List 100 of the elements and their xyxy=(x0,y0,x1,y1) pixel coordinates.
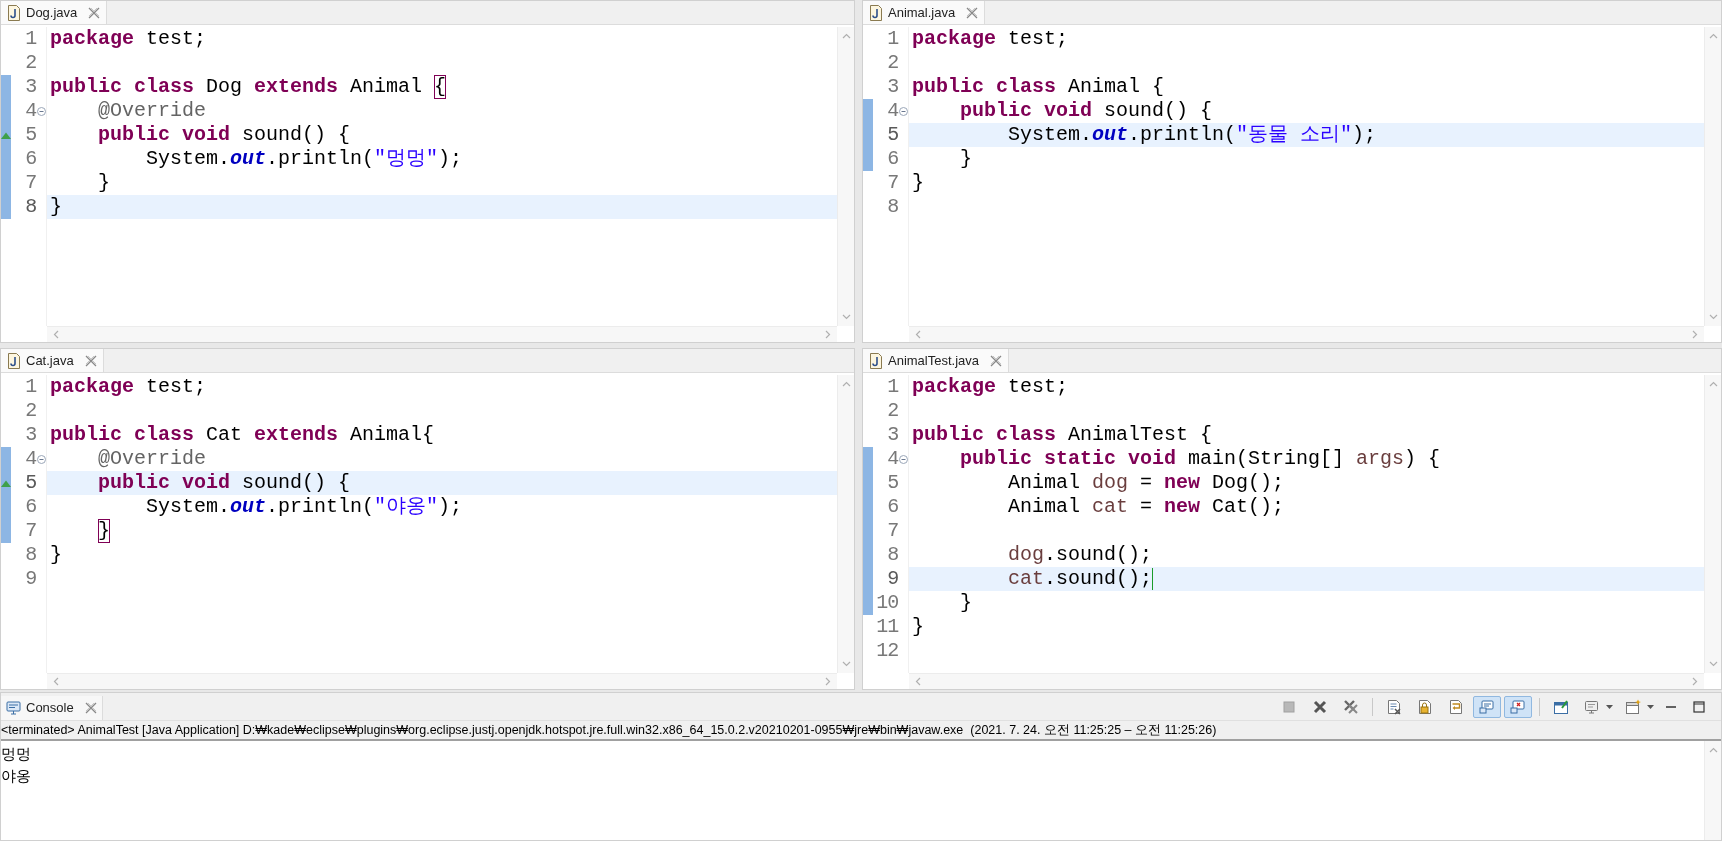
console-tab[interactable]: Console xyxy=(1,696,103,720)
line-number: 8 xyxy=(25,195,37,219)
line-number: 2 xyxy=(25,51,37,75)
tab-title: Animal.java xyxy=(888,3,956,22)
monitor-icon xyxy=(1479,698,1495,715)
scroll-up-icon[interactable] xyxy=(841,381,851,387)
scroll-down-icon[interactable] xyxy=(841,314,851,320)
line-number: 8 xyxy=(887,543,899,567)
line-number: 9 xyxy=(887,567,899,591)
line-number: 11 xyxy=(876,615,899,639)
line-number: 1 xyxy=(887,27,899,51)
console-process-label: <terminated> AnimalTest [Java Application] D:₩kade₩eclipse₩plugins₩org.eclipse.justj.openjdk.hotspot.jre.full.win32.x86_64_15.0.2.v20210201-0955₩jre₩bin₩javaw.exe (2021. 7. 24. 오전 11:25:25 – 오전 11:25:26) xyxy=(1,721,1217,739)
scroll-up-icon[interactable] xyxy=(1708,747,1718,753)
caret-icon xyxy=(1647,704,1654,709)
scroll-left-icon[interactable] xyxy=(53,677,59,686)
text-cursor xyxy=(1152,568,1154,590)
close-icon[interactable] xyxy=(84,354,97,367)
line-number: 5 xyxy=(25,123,37,147)
scroll-up-icon[interactable] xyxy=(1708,381,1718,387)
line-number: 3 xyxy=(25,423,37,447)
horizontal-scrollbar[interactable] xyxy=(47,673,837,689)
scroll-down-icon[interactable] xyxy=(1708,661,1718,667)
line-number: 2 xyxy=(887,51,899,75)
caret-icon xyxy=(1606,704,1613,709)
scroll-up-icon[interactable] xyxy=(841,33,851,39)
close-icon[interactable] xyxy=(990,354,1003,367)
scroll-up-icon[interactable] xyxy=(1708,33,1718,39)
line-number: 4 xyxy=(887,99,899,123)
line-number: 3 xyxy=(25,75,37,99)
window-pin-icon xyxy=(1553,698,1569,715)
scroll-left-icon[interactable] xyxy=(915,677,921,686)
tab-title: Cat.java xyxy=(26,351,74,370)
show-stdout-button[interactable] xyxy=(1473,695,1501,718)
minimize-icon xyxy=(1666,705,1676,708)
line-number: 1 xyxy=(25,375,37,399)
monitor-icon xyxy=(6,701,21,715)
override-triangle-icon xyxy=(1,480,11,487)
java-file-icon xyxy=(869,4,883,21)
line-number: 1 xyxy=(887,375,899,399)
vertical-scrollbar[interactable] xyxy=(837,27,854,326)
line-number: 2 xyxy=(25,399,37,423)
line-number: 5 xyxy=(887,471,899,495)
scroll-left-icon[interactable] xyxy=(915,330,921,339)
line-number: 7 xyxy=(25,519,37,543)
horizontal-scrollbar[interactable] xyxy=(909,326,1704,342)
horizontal-scrollbar[interactable] xyxy=(909,673,1704,689)
vertical-scrollbar[interactable] xyxy=(1704,741,1721,840)
monitor-icon xyxy=(1584,698,1600,715)
line-number: 4 xyxy=(887,447,899,471)
editor-tab[interactable]: Dog.java xyxy=(1,1,108,24)
scroll-right-icon[interactable] xyxy=(1692,330,1698,339)
document-lock-icon xyxy=(1417,698,1433,715)
editor-tab[interactable]: Cat.java xyxy=(1,349,104,372)
line-number: 3 xyxy=(887,75,899,99)
editor-tab[interactable]: AnimalTest.java xyxy=(863,349,1010,372)
collapse-icon[interactable] xyxy=(36,106,46,116)
scroll-right-icon[interactable] xyxy=(1692,677,1698,686)
line-number: 6 xyxy=(887,147,899,171)
maximize-icon xyxy=(1691,698,1707,715)
line-number: 6 xyxy=(887,495,899,519)
scroll-left-icon[interactable] xyxy=(53,330,59,339)
line-number: 3 xyxy=(887,423,899,447)
scroll-down-icon[interactable] xyxy=(841,661,851,667)
line-number: 5 xyxy=(887,123,899,147)
console-output-line: 멍멍 xyxy=(1,744,31,764)
close-icon[interactable] xyxy=(966,6,979,19)
scroll-right-icon[interactable] xyxy=(825,330,831,339)
show-stderr-button[interactable] xyxy=(1504,695,1532,718)
java-file-icon xyxy=(7,4,21,21)
line-number: 4 xyxy=(25,99,37,123)
collapse-icon[interactable] xyxy=(36,454,46,464)
line-number: 7 xyxy=(25,171,37,195)
double-x-icon xyxy=(1343,698,1359,715)
vertical-scrollbar[interactable] xyxy=(837,375,854,673)
line-number: 9 xyxy=(25,567,37,591)
vertical-scrollbar[interactable] xyxy=(1704,27,1721,326)
vertical-scrollbar[interactable] xyxy=(1704,375,1721,673)
line-number: 10 xyxy=(876,591,899,615)
document-arrow-icon xyxy=(1448,698,1464,715)
line-number: 8 xyxy=(887,195,899,219)
tab-title: AnimalTest.java xyxy=(888,351,980,370)
close-icon[interactable] xyxy=(88,6,101,19)
line-number: 6 xyxy=(25,147,37,171)
line-number: 5 xyxy=(25,471,37,495)
console-output-line: 야옹 xyxy=(1,766,31,786)
override-triangle-icon xyxy=(1,132,11,139)
line-number: 7 xyxy=(887,519,899,543)
scroll-right-icon[interactable] xyxy=(825,677,831,686)
editor-tab[interactable]: Animal.java xyxy=(863,1,986,24)
line-number: 8 xyxy=(25,543,37,567)
line-number: 2 xyxy=(887,399,899,423)
collapse-icon[interactable] xyxy=(898,454,908,464)
scroll-down-icon[interactable] xyxy=(1708,314,1718,320)
java-file-icon xyxy=(869,352,883,369)
collapse-icon[interactable] xyxy=(898,106,908,116)
tab-title: Dog.java xyxy=(26,3,78,22)
tab-title: Console xyxy=(26,699,74,718)
close-icon[interactable] xyxy=(84,702,97,714)
horizontal-scrollbar[interactable] xyxy=(47,326,837,342)
line-number: 6 xyxy=(25,495,37,519)
